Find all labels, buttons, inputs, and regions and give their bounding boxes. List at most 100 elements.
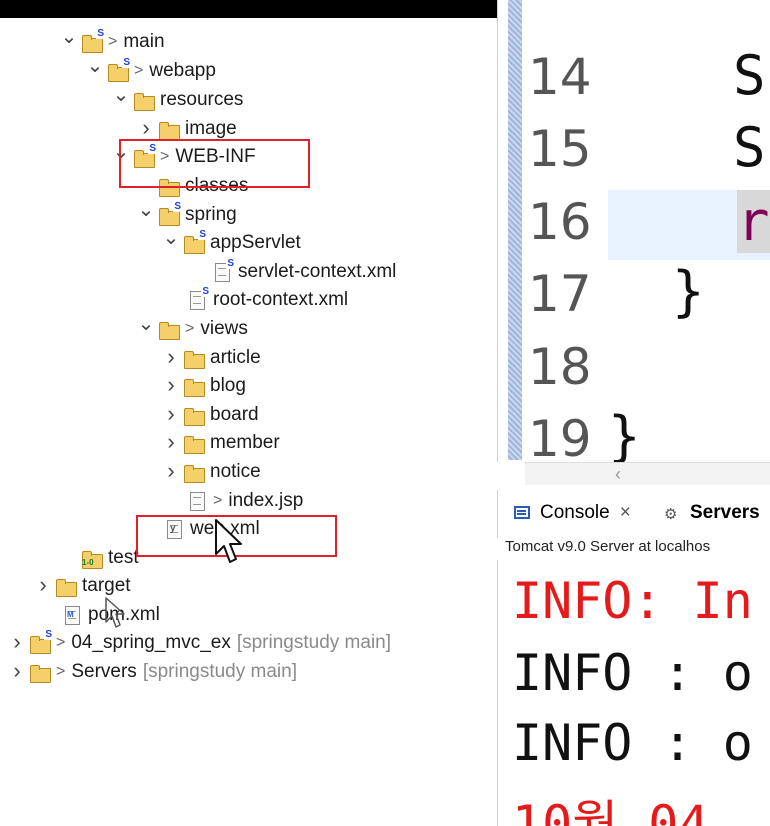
tab-label: Console bbox=[540, 502, 610, 523]
tree-item-root-context[interactable]: S root-context.xml bbox=[165, 286, 348, 314]
folder-icon bbox=[158, 119, 180, 140]
chevron-right-icon[interactable] bbox=[162, 402, 180, 428]
folder-icon bbox=[183, 376, 205, 397]
console-icon bbox=[514, 505, 532, 521]
console-output[interactable]: INFO: In INFO : o INFO : o 10월 04 bbox=[497, 560, 770, 826]
tree-item-servers[interactable]: > Servers [springstudy main] bbox=[8, 658, 297, 686]
folder-icon bbox=[133, 90, 155, 111]
chevron-right-icon[interactable] bbox=[8, 659, 26, 685]
tree-item-webapp[interactable]: S > webapp bbox=[86, 57, 216, 85]
line-number: 15 bbox=[528, 120, 592, 178]
chevron-down-icon[interactable] bbox=[112, 88, 130, 113]
tree-item-article[interactable]: article bbox=[162, 344, 261, 372]
mouse-cursor-ghost-icon bbox=[105, 597, 125, 628]
tree-item-index-jsp[interactable]: > index.jsp bbox=[165, 487, 303, 515]
tree-item-appservlet[interactable]: S appServlet bbox=[162, 229, 301, 257]
tree-item-main[interactable]: S > main bbox=[60, 28, 165, 56]
project-explorer: S > main S > webapp resources image S > … bbox=[0, 18, 497, 826]
separator-arrow-icon: > bbox=[56, 634, 66, 651]
chevron-down-icon[interactable] bbox=[86, 59, 104, 84]
console-process-label: Tomcat v9.0 Server at localhos bbox=[505, 538, 770, 560]
tree-item-views[interactable]: > views bbox=[137, 315, 248, 343]
tree-item-label: appServlet bbox=[210, 232, 301, 253]
folder-icon bbox=[158, 319, 180, 340]
tree-item-label: resources bbox=[160, 89, 244, 110]
spring-folder-icon: S bbox=[183, 230, 207, 254]
line-number: 16 bbox=[528, 193, 592, 251]
code-brace: } bbox=[672, 260, 705, 323]
folder-icon bbox=[55, 576, 77, 597]
editor-ruler bbox=[508, 0, 522, 460]
chevron-down-icon[interactable] bbox=[162, 231, 180, 256]
line-number: 14 bbox=[528, 48, 592, 106]
tree-item-label: 04_spring_mvc_ex bbox=[71, 632, 231, 653]
tree-item-label: views bbox=[200, 318, 248, 339]
code-token: S bbox=[733, 44, 766, 107]
tree-item-label: main bbox=[123, 31, 165, 52]
tree-item-spring[interactable]: S spring bbox=[137, 201, 237, 229]
spring-folder-icon: S bbox=[158, 202, 182, 226]
tree-item-label: member bbox=[210, 432, 280, 453]
tree-item-label: root-context.xml bbox=[213, 289, 349, 310]
tree-item-notice[interactable]: notice bbox=[162, 458, 261, 486]
tree-item-board[interactable]: board bbox=[162, 401, 259, 429]
separator-arrow-icon: > bbox=[213, 492, 223, 509]
code-token-keyword: r bbox=[737, 190, 770, 253]
folder-icon bbox=[183, 348, 205, 369]
chevron-right-icon[interactable] bbox=[162, 430, 180, 456]
mouse-cursor-icon bbox=[215, 519, 242, 563]
tab-servers[interactable]: ⚙ Servers bbox=[664, 502, 760, 524]
tree-item-pom-xml[interactable]: M pom.xml bbox=[40, 601, 160, 629]
chevron-right-icon[interactable] bbox=[162, 459, 180, 485]
code-brace: } bbox=[608, 405, 641, 468]
log-line: INFO: In bbox=[512, 572, 753, 630]
tree-item-label: image bbox=[185, 118, 237, 139]
spring-project-icon: S bbox=[29, 630, 53, 654]
tree-item-project-04-spring-mvc-ex[interactable]: S > 04_spring_mvc_ex [springstudy main] bbox=[8, 629, 391, 657]
chevron-right-icon[interactable] bbox=[162, 345, 180, 371]
separator-arrow-icon: > bbox=[185, 320, 195, 337]
spring-xml-file-icon: S bbox=[186, 287, 210, 310]
chevron-down-icon[interactable] bbox=[137, 203, 155, 228]
git-branch-suffix: [springstudy main] bbox=[142, 661, 297, 682]
tree-item-resources[interactable]: resources bbox=[112, 86, 243, 114]
tab-label: Servers bbox=[690, 502, 760, 523]
tree-item-label: spring bbox=[185, 204, 237, 225]
close-icon[interactable]: × bbox=[620, 502, 631, 524]
tab-console[interactable]: Console × bbox=[514, 502, 631, 524]
tree-item-label: test bbox=[108, 547, 139, 568]
package-folder-icon: 1-0 bbox=[81, 548, 103, 569]
tree-item-label: article bbox=[210, 347, 261, 368]
tree-item-label: board bbox=[210, 404, 259, 425]
line-number: 17 bbox=[528, 265, 592, 323]
git-branch-suffix: [springstudy main] bbox=[236, 632, 392, 653]
chevron-right-icon[interactable] bbox=[162, 373, 180, 399]
tree-item-servlet-context[interactable]: S servlet-context.xml bbox=[190, 258, 396, 286]
log-line: INFO : o bbox=[512, 714, 753, 772]
code-token: S bbox=[733, 116, 766, 179]
tree-item-member[interactable]: member bbox=[162, 429, 280, 457]
servers-icon: ⚙ bbox=[664, 506, 678, 523]
chevron-right-icon[interactable] bbox=[34, 573, 52, 599]
tree-item-label: index.jsp bbox=[228, 490, 304, 511]
folder-icon bbox=[183, 462, 205, 483]
chevron-right-icon[interactable] bbox=[8, 630, 26, 656]
chevron-down-icon[interactable] bbox=[137, 317, 155, 342]
chevron-down-icon[interactable] bbox=[60, 30, 78, 55]
tree-item-label: notice bbox=[210, 461, 261, 482]
separator-arrow-icon: > bbox=[108, 33, 118, 50]
log-line: 10월 04 bbox=[512, 795, 709, 826]
tree-item-label: servlet-context.xml bbox=[238, 261, 397, 282]
log-line: INFO : o bbox=[512, 644, 753, 702]
folder-icon bbox=[183, 433, 205, 454]
separator-arrow-icon: > bbox=[134, 62, 144, 79]
scroll-left-icon[interactable]: ‹ bbox=[615, 464, 621, 485]
folder-icon bbox=[183, 405, 205, 426]
tree-item-test[interactable]: 1-0 test bbox=[60, 544, 139, 572]
servers-folder-icon bbox=[29, 662, 51, 683]
editor-horizontal-scrollbar[interactable]: ‹ bbox=[525, 462, 770, 485]
spring-xml-file-icon: S bbox=[211, 259, 235, 282]
tree-item-blog[interactable]: blog bbox=[162, 372, 246, 400]
console-tab-bar: Console × ⚙ Servers bbox=[497, 490, 770, 538]
separator-arrow-icon: > bbox=[56, 663, 66, 680]
